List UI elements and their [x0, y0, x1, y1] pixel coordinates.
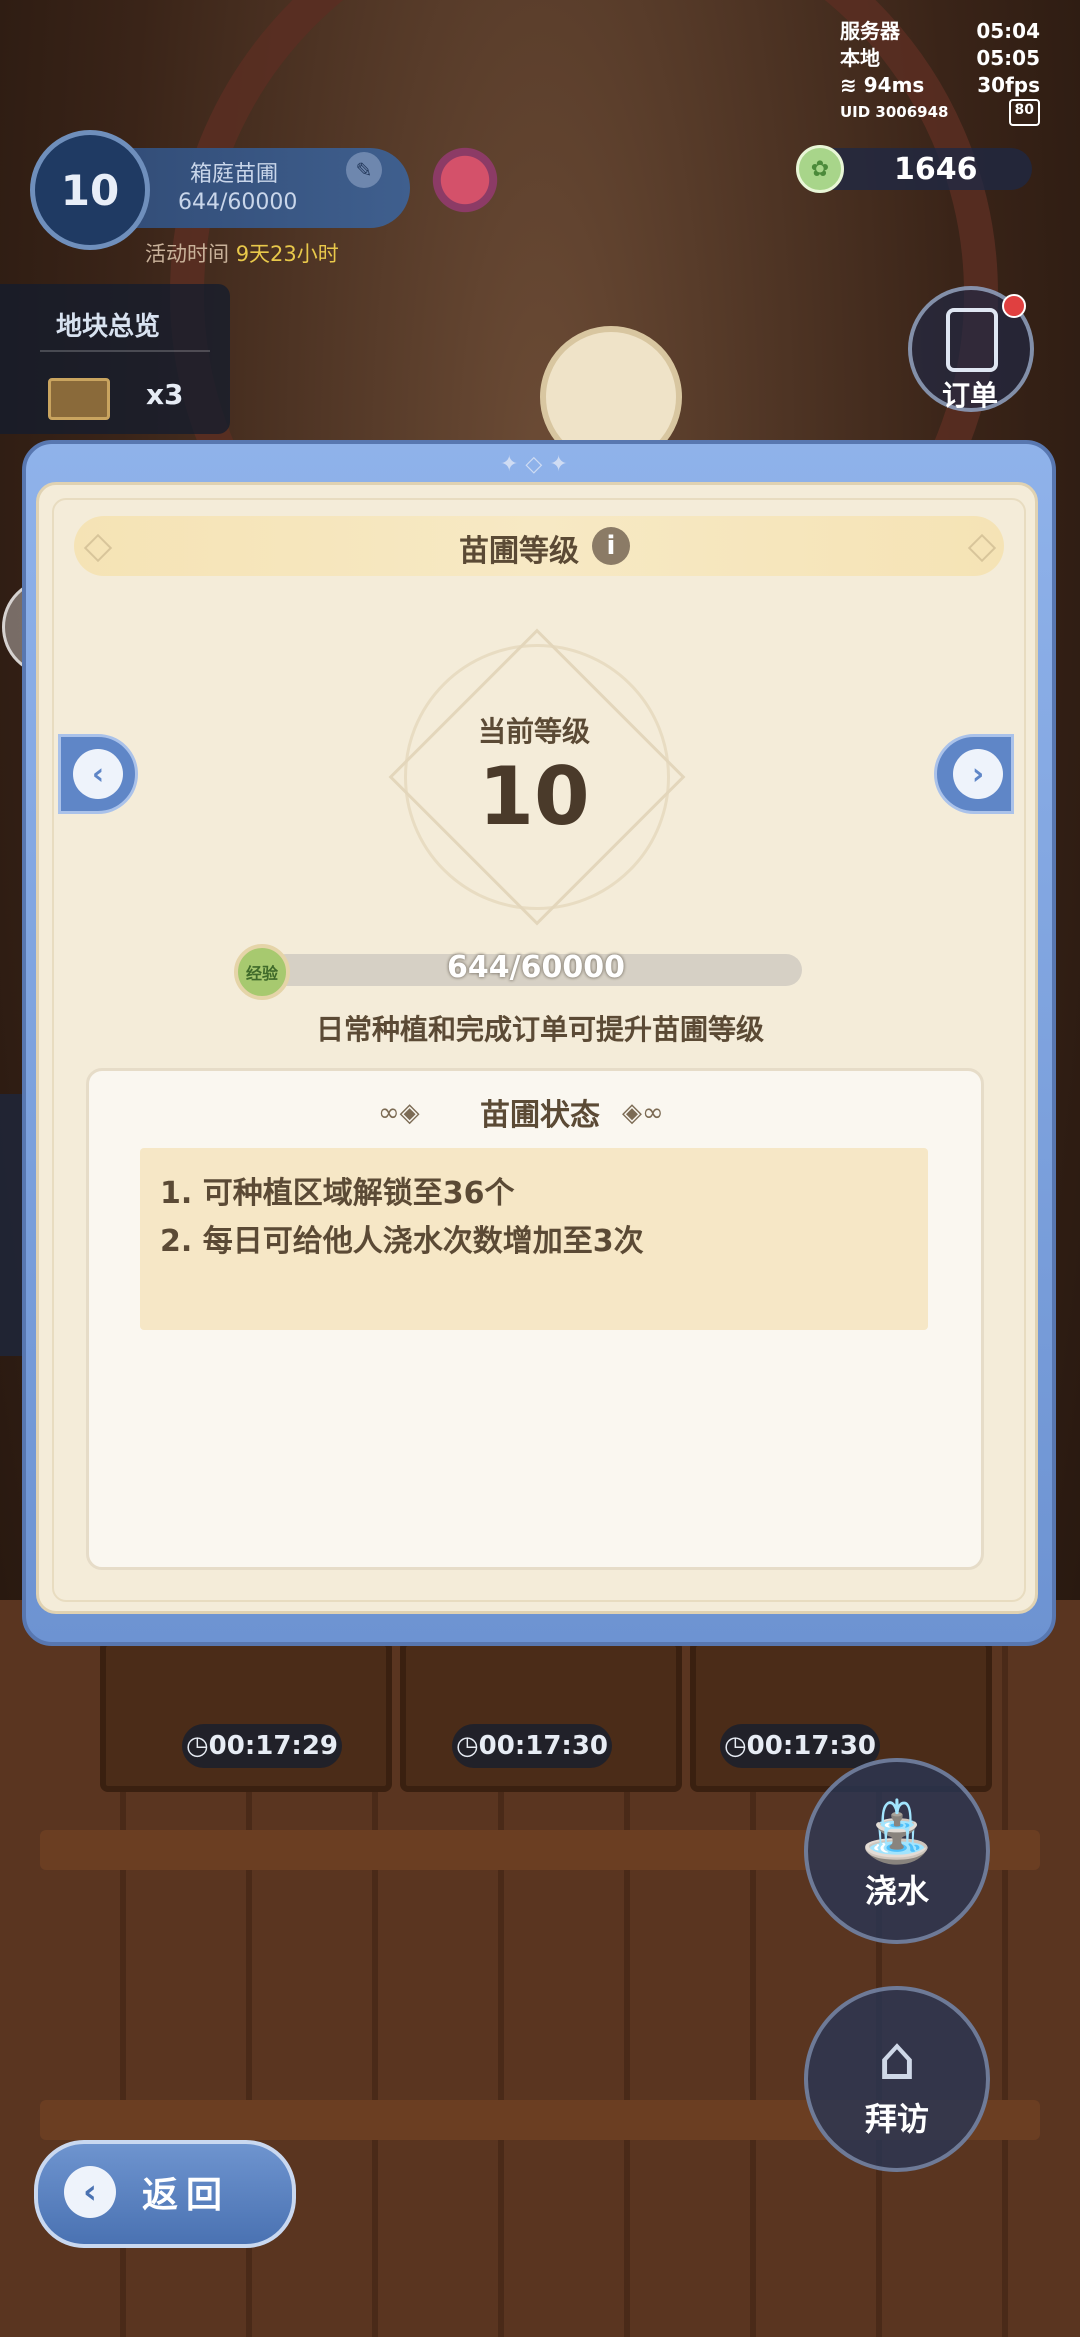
- planter-box[interactable]: [100, 1640, 392, 1792]
- prev-level-button[interactable]: ‹: [58, 734, 138, 814]
- plot-timer: ◷ 00:17:30: [720, 1724, 880, 1768]
- order-label: 订单: [942, 379, 999, 412]
- timer-value: 00:17:30: [746, 1731, 877, 1761]
- visit-label: 拜访: [864, 2100, 929, 2138]
- status-item: 2. 每日可给他人浇水次数增加至3次: [160, 1224, 644, 1259]
- clock-icon: ◷: [185, 1731, 209, 1761]
- watering-can-icon: ⛲: [859, 1797, 935, 1867]
- planter-box[interactable]: [690, 1640, 992, 1792]
- notification-dot: [1002, 294, 1026, 318]
- server-label: 服务器: [840, 19, 900, 43]
- timer-value: 00:17:30: [478, 1731, 609, 1761]
- chevron-left-icon: ‹: [73, 749, 123, 799]
- uid-badge: 80: [1008, 99, 1040, 126]
- modal-title-bar: 苗圃等级: [74, 516, 1004, 576]
- water-label: 浇水: [864, 1872, 929, 1910]
- event-remaining: 9天23小时: [235, 242, 339, 266]
- frame-ornament-icon: ✦ ◇ ✦: [500, 452, 568, 477]
- exp-badge-icon: 经验: [234, 944, 290, 1000]
- exp-progress-bar: 644/60000: [270, 950, 802, 986]
- garden-level-badge: 10: [30, 130, 150, 250]
- clock-icon: ◷: [455, 1731, 479, 1761]
- back-button[interactable]: ‹ 返回: [34, 2140, 296, 2248]
- network-stats: 服务器 05:04 本地 05:05 ≋ 94ms 30fps UID 3006948…: [840, 18, 1040, 126]
- order-document-icon: [946, 308, 998, 372]
- current-level-value: 10: [478, 750, 590, 843]
- plot-overview-panel[interactable]: 地块总览 x3: [0, 284, 230, 434]
- garden-exp: 644/60000: [178, 190, 298, 215]
- plot-timer: ◷ 00:17:30: [452, 1724, 612, 1768]
- event-time: 活动时间 9天23小时: [145, 238, 339, 268]
- currency-value: 1646: [894, 151, 978, 187]
- modal-title: 苗圃等级: [459, 534, 579, 569]
- ping-value: 94ms: [863, 73, 925, 97]
- uid-text: UID 3006948: [840, 103, 949, 121]
- clover-coin-icon: ✿: [796, 145, 844, 193]
- exp-progress-text: 644/60000: [447, 950, 625, 985]
- edit-pencil-icon[interactable]: ✎: [346, 152, 382, 188]
- visit-button[interactable]: ⌂ 拜访: [804, 1986, 990, 2172]
- exp-hint: 日常种植和完成订单可提升苗圃等级: [315, 1013, 764, 1046]
- rose-medal-icon[interactable]: [430, 140, 500, 220]
- currency-display[interactable]: ✿ 1646: [796, 145, 1032, 193]
- divider: [40, 350, 210, 352]
- info-icon[interactable]: i: [592, 527, 630, 565]
- event-label: 活动时间: [145, 242, 229, 266]
- plot-count: x3: [146, 378, 184, 411]
- wifi-icon: ≋: [840, 73, 857, 97]
- garden-name: 箱庭苗圃: [190, 162, 279, 187]
- back-arrow-icon: ‹: [64, 2166, 116, 2218]
- order-button[interactable]: 订单: [908, 286, 1034, 412]
- clock-icon: ◷: [723, 1731, 747, 1761]
- back-label: 返回: [142, 2175, 231, 2216]
- planter-box[interactable]: [400, 1640, 682, 1792]
- local-time: 05:05: [976, 46, 1040, 70]
- status-title: 苗圃状态: [480, 1098, 600, 1133]
- next-level-button[interactable]: ›: [934, 734, 1014, 814]
- water-button[interactable]: ⛲ 浇水: [804, 1758, 990, 1944]
- garden-level-panel[interactable]: 10 箱庭苗圃 644/60000 ✎: [10, 130, 410, 250]
- cat-house-icon: ⌂: [877, 2024, 917, 2094]
- plot-overview-title: 地块总览: [56, 312, 161, 342]
- status-item: 1. 可种植区域解锁至36个: [160, 1176, 515, 1211]
- timer-value: 00:17:29: [208, 1731, 339, 1761]
- local-label: 本地: [840, 46, 880, 70]
- current-level-label: 当前等级: [477, 715, 590, 748]
- current-level-emblem: 当前等级 10: [384, 624, 686, 926]
- plot-timer: ◷ 00:17:29: [182, 1724, 342, 1768]
- server-time: 05:04: [976, 19, 1040, 43]
- fps-value: 30fps: [977, 73, 1040, 97]
- crate-icon: [48, 378, 110, 420]
- chevron-right-icon: ›: [953, 749, 1003, 799]
